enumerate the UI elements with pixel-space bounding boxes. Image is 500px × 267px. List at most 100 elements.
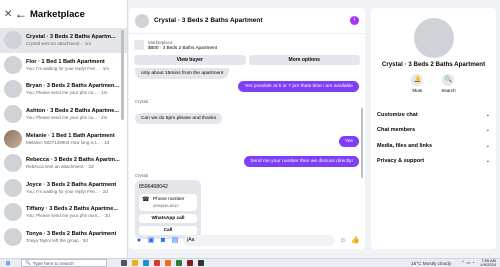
- section-label: Chat members: [377, 127, 416, 134]
- conversation-name: Melanie · 1 Bed 1 Bath Apartment: [26, 132, 115, 139]
- phone-number-preview[interactable]: ☎ Phone number (859)646-8042: [139, 194, 197, 211]
- task-view-icon[interactable]: [121, 260, 127, 266]
- conversation-list: Crystal · 3 Beds 2 Baths Apartm... Crysta…: [0, 28, 127, 249]
- conversation-preview: You: Please send me your phn num... · 2d: [26, 213, 110, 219]
- app-icon[interactable]: [198, 260, 204, 266]
- list-item[interactable]: Crystal · 3 Beds 2 Baths Apartm... Crysta…: [0, 28, 127, 53]
- conversation-name: Tonya · 3 Beds 2 Baths Apartment: [26, 231, 117, 238]
- message-input[interactable]: |Aa: [183, 234, 335, 246]
- chevron-down-icon: ⌄: [485, 111, 490, 118]
- mute-label: Mute: [412, 88, 423, 93]
- image-icon[interactable]: ▣: [147, 236, 155, 244]
- list-item-text: Tonya · 3 Beds 2 Baths Apartment Tonya Ta…: [26, 231, 116, 243]
- list-item[interactable]: Tiffany · 3 Beds 2 Baths Apartme... You: …: [0, 200, 127, 225]
- close-icon[interactable]: ✕: [4, 9, 12, 20]
- whatsapp-call-button[interactable]: WhatsApp call: [139, 214, 197, 223]
- phone-message: 8596468042: [139, 184, 168, 190]
- avatar: [4, 203, 22, 222]
- chat-title[interactable]: Crystal · 3 Beds 2 Baths Apartment: [154, 17, 350, 24]
- conversation-name: Ashton · 3 Beds 2 Baths Apartme...: [26, 108, 120, 115]
- section-media-files-links[interactable]: Media, files and links ⌄: [371, 138, 496, 154]
- list-item-text: Crystal · 3 Beds 2 Baths Apartm... Crysta…: [26, 34, 116, 46]
- list-item-text: Melanie · 1 Bed 1 Bath Apartment Melanie:…: [26, 133, 115, 145]
- file-explorer-icon[interactable]: [132, 260, 138, 266]
- details-actions: 🔔 Mute 🔍 Search: [371, 74, 496, 93]
- conversation-name: Bryan · 3 Beds 2 Baths Apartmen...: [26, 83, 120, 90]
- chat-scrollbar[interactable]: [361, 108, 363, 178]
- section-label: Media, files and links: [377, 142, 433, 149]
- taskbar-search-placeholder: Type here to search: [32, 260, 75, 266]
- sidebar-title: Marketplace: [30, 8, 85, 20]
- list-item[interactable]: Ashton · 3 Beds 2 Baths Apartme... You: P…: [0, 102, 127, 127]
- listing-info: Marketplace $800 · 3 Beds 2 Baths Apartm…: [129, 34, 365, 52]
- profile-avatar[interactable]: [413, 18, 454, 58]
- list-item-text: Ashton · 3 Beds 2 Baths Apartme... You: P…: [26, 108, 119, 120]
- avatar[interactable]: [135, 13, 149, 28]
- list-item[interactable]: Bryan · 3 Beds 2 Baths Apartmen... You: P…: [0, 77, 127, 102]
- chevron-down-icon: ⌄: [485, 142, 490, 149]
- chrome-icon[interactable]: [154, 260, 160, 266]
- message-list: only about 15mins from the apartment Yes…: [129, 63, 365, 239]
- section-customize-chat[interactable]: Customize chat ⌄: [371, 107, 496, 123]
- avatar: [4, 105, 22, 124]
- windows-start-icon[interactable]: ⊞: [3, 260, 13, 267]
- taskbar-search[interactable]: 🔍 Type here to search: [21, 259, 107, 267]
- back-arrow-icon[interactable]: ←: [15, 7, 27, 21]
- system-tray[interactable]: ⌃ ▭ ◔: [461, 260, 474, 266]
- section-chat-members[interactable]: Chat members ⌄: [371, 123, 496, 139]
- edge-icon[interactable]: [143, 260, 149, 266]
- taskbar: ⊞ 🔍 Type here to search 16°C Mostly clou…: [0, 258, 500, 267]
- gif-icon[interactable]: ▤: [171, 236, 179, 244]
- conversation-name: Rebecca · 3 Beds 2 Baths Apartm...: [26, 157, 120, 164]
- bell-icon: 🔔: [411, 74, 424, 86]
- conversation-name: Joyce · 3 Beds 2 Baths Apartment: [26, 181, 117, 188]
- message-bubble-outgoing: Yes: [339, 136, 359, 147]
- conversation-name: Crystal · 3 Beds 2 Baths Apartm...: [26, 34, 116, 41]
- app-icon[interactable]: [187, 260, 193, 266]
- conversation-preview: Rebecca sent an attachment. · 2d: [26, 164, 94, 170]
- avatar: [4, 129, 22, 148]
- firefox-icon[interactable]: [165, 260, 171, 266]
- section-privacy-support[interactable]: Privacy & support ⌄: [371, 154, 496, 170]
- section-label: Privacy & support: [377, 158, 425, 165]
- message-bubble-outgoing: Yes possible at 5 or 7 pm thats time i a…: [238, 81, 359, 92]
- search-icon: 🔍: [25, 260, 31, 265]
- search-label: Search: [441, 88, 456, 93]
- message-bubble-incoming: only about 15mins from the apartment: [135, 68, 230, 79]
- section-label: Customize chat: [377, 111, 418, 118]
- list-item-text: Flor · 1 Bed 1 Bath Apartment You: I'm wa…: [26, 59, 109, 71]
- search-button[interactable]: 🔍 Search: [441, 74, 456, 93]
- conversation-name: Flor · 1 Bed 1 Bath Apartment: [26, 58, 105, 65]
- microphone-icon[interactable]: ●: [135, 237, 143, 244]
- sidebar-scrollbar[interactable]: [121, 30, 124, 120]
- chat-panel: Crystal · 3 Beds 2 Baths Apartment i Mar…: [129, 8, 365, 249]
- chevron-down-icon: ⌄: [485, 127, 490, 134]
- emoji-icon[interactable]: ☺: [339, 237, 347, 244]
- list-item[interactable]: Joyce · 3 Beds 2 Baths Apartment You: I'm…: [0, 176, 127, 201]
- clock-date: 4/9/2024: [480, 262, 496, 267]
- avatar: [4, 55, 22, 74]
- list-item[interactable]: Melanie · 1 Bed 1 Bath Apartment Melanie:…: [0, 126, 127, 151]
- chat-header: Crystal · 3 Beds 2 Baths Apartment i: [129, 8, 365, 34]
- composer: ● ▣ ◙ ▤ |Aa ☺ 👍: [129, 231, 365, 249]
- like-icon[interactable]: 👍: [351, 236, 360, 244]
- listing-thumbnail[interactable]: [134, 40, 144, 50]
- app-icon[interactable]: [176, 260, 182, 266]
- list-item-text: Rebecca · 3 Beds 2 Baths Apartm... Rebecc…: [26, 157, 120, 169]
- list-item[interactable]: Rebecca · 3 Beds 2 Baths Apartm... Rebecc…: [0, 151, 127, 176]
- message-bubble-outgoing: Send me your number then we discuss dire…: [244, 156, 359, 167]
- conversation-preview: You: Please send me your phn nu... · 1m: [26, 90, 108, 96]
- info-icon[interactable]: i: [350, 16, 359, 25]
- list-item-text: Joyce · 3 Beds 2 Baths Apartment You: I'm…: [26, 182, 116, 194]
- mute-button[interactable]: 🔔 Mute: [411, 74, 424, 93]
- sticker-icon[interactable]: ◙: [159, 237, 167, 244]
- list-item[interactable]: Flor · 1 Bed 1 Bath Apartment You: I'm wa…: [0, 53, 127, 78]
- taskbar-apps: [121, 260, 204, 266]
- avatar: [4, 228, 22, 247]
- search-icon: 🔍: [442, 74, 455, 86]
- phone-card-title: Phone number: [153, 197, 185, 202]
- clock[interactable]: 7:55 AM 4/9/2024: [480, 259, 496, 267]
- listing-price[interactable]: $800 · 3 Beds 2 Baths Apartment: [148, 45, 217, 50]
- weather-widget[interactable]: 16°C Mostly cloudy: [411, 261, 451, 266]
- list-item[interactable]: Tonya · 3 Beds 2 Baths Apartment Tonya Ta…: [0, 225, 127, 250]
